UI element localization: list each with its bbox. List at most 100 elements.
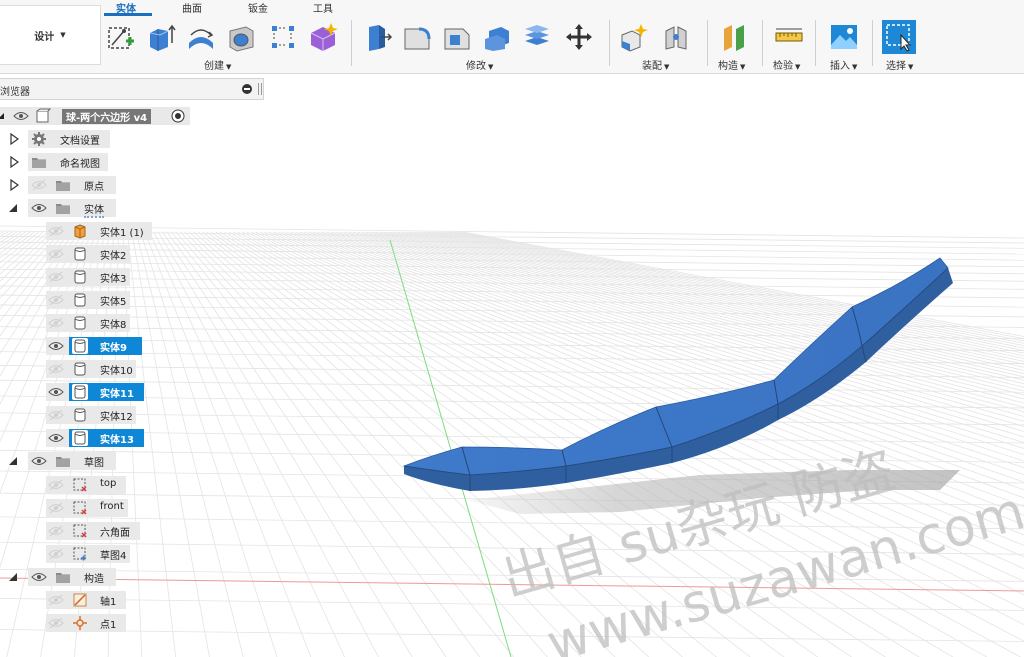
root-label[interactable]: 球-两个六边形 v4 — [62, 109, 152, 124]
tree-item[interactable]: 实体13 — [0, 429, 200, 447]
tree-item[interactable]: 实体5 — [0, 291, 200, 309]
tree-item[interactable]: 实体11 — [0, 383, 200, 401]
collapse-triangle-icon[interactable] — [8, 201, 18, 215]
tree-item[interactable]: 六角面 — [0, 522, 200, 540]
tree-item-label[interactable]: top — [100, 478, 116, 489]
tree-item[interactable]: top — [0, 476, 200, 494]
eye-icon[interactable] — [48, 409, 64, 421]
tree-item-label[interactable]: 草图4 — [100, 547, 126, 562]
tree-item-label[interactable]: 实体12 — [100, 408, 133, 423]
tree-item[interactable]: 实体8 — [0, 314, 200, 332]
revolve-icon[interactable] — [184, 20, 218, 54]
tree-item-label[interactable]: 实体2 — [100, 247, 126, 262]
tree-item[interactable]: 草图 — [0, 452, 200, 470]
tree-item-label[interactable]: 草图 — [84, 454, 104, 469]
tree-root[interactable]: 球-两个六边形 v4 — [0, 107, 192, 125]
tree-item[interactable]: 实体2 — [0, 245, 200, 263]
tree-item[interactable]: 实体3 — [0, 268, 200, 286]
hole-icon[interactable] — [224, 20, 258, 54]
collapse-triangle-icon[interactable] — [8, 570, 18, 584]
collapse-triangle-icon[interactable] — [8, 454, 18, 468]
tab-surface[interactable]: 曲面 — [182, 0, 202, 15]
expand-triangle-icon[interactable] — [9, 155, 19, 169]
combine-icon[interactable] — [520, 20, 554, 54]
eye-icon[interactable] — [48, 271, 64, 283]
tree-item-label[interactable]: 实体10 — [100, 362, 133, 377]
tree-item[interactable]: 实体 — [0, 199, 200, 218]
tree-item-label[interactable]: 实体9 — [100, 339, 127, 354]
eye-icon[interactable] — [48, 363, 64, 375]
tree-item[interactable]: 实体10 — [0, 360, 200, 378]
eye-icon[interactable] — [48, 225, 64, 237]
select-icon[interactable] — [882, 20, 916, 54]
press-pull-icon[interactable] — [360, 20, 394, 54]
eye-icon[interactable] — [48, 617, 64, 629]
eye-icon[interactable] — [48, 386, 64, 398]
tree-item-label[interactable]: 原点 — [84, 178, 104, 193]
modify-group-label[interactable]: 修改 ▼ — [466, 57, 493, 72]
tree-item-label[interactable]: 实体 — [84, 201, 104, 218]
fillet-icon[interactable] — [400, 20, 434, 54]
workspace-switcher[interactable]: 设计 ▼ — [0, 5, 101, 65]
assemble-group-label[interactable]: 装配 ▼ — [642, 57, 669, 72]
collapse-icon[interactable] — [242, 84, 252, 94]
tree-item-label[interactable]: 文档设置 — [60, 132, 100, 147]
tab-sheet-metal[interactable]: 钣金 — [248, 0, 268, 15]
tree-item-label[interactable]: 实体13 — [100, 431, 134, 446]
new-component-icon[interactable] — [617, 20, 651, 54]
tree-item-label[interactable]: front — [100, 501, 124, 512]
tree-item[interactable]: 实体12 — [0, 406, 200, 424]
inspect-group-label[interactable]: 检验 ▼ — [773, 57, 800, 72]
tree-item[interactable]: 点1 — [0, 614, 200, 632]
select-group-label[interactable]: 选择 ▼ — [886, 57, 913, 72]
pattern-icon[interactable] — [266, 20, 300, 54]
tree-item[interactable]: 命名视图 — [0, 153, 200, 171]
tree-item-label[interactable]: 轴1 — [100, 593, 116, 608]
joint-icon[interactable] — [659, 20, 693, 54]
eye-icon[interactable] — [13, 110, 29, 122]
tree-item[interactable]: 文档设置 — [0, 130, 200, 148]
tree-item-label[interactable]: 实体3 — [100, 270, 126, 285]
insert-group-label[interactable]: 插入 ▼ — [830, 57, 857, 72]
eye-icon[interactable] — [48, 479, 64, 491]
tree-item-label[interactable]: 命名视图 — [60, 155, 100, 170]
eye-icon[interactable] — [31, 571, 47, 583]
tree-item[interactable]: 构造 — [0, 568, 200, 586]
activate-radio-icon[interactable] — [170, 108, 186, 124]
construct-group-label[interactable]: 构造 ▼ — [718, 57, 745, 72]
tree-item-label[interactable]: 实体1 (1) — [100, 224, 144, 239]
tree-item-label[interactable]: 构造 — [84, 570, 104, 585]
move-icon[interactable] — [562, 20, 596, 54]
eye-icon[interactable] — [48, 317, 64, 329]
tree-item-label[interactable]: 点1 — [100, 616, 116, 631]
eye-icon[interactable] — [48, 294, 64, 306]
tree-item-label[interactable]: 实体11 — [100, 385, 134, 400]
collapse-triangle-icon[interactable] — [0, 109, 6, 123]
panel-grip-icon[interactable] — [258, 83, 262, 95]
create-sketch-icon[interactable] — [103, 20, 137, 54]
tree-item-label[interactable]: 实体5 — [100, 293, 126, 308]
form-icon[interactable] — [306, 20, 340, 54]
tree-item[interactable]: front — [0, 499, 200, 517]
extrude-icon[interactable] — [143, 20, 177, 54]
measure-icon[interactable] — [772, 20, 806, 54]
eye-icon[interactable] — [31, 455, 47, 467]
eye-icon[interactable] — [48, 432, 64, 444]
tab-tools[interactable]: 工具 — [313, 0, 333, 15]
chamfer-icon[interactable] — [440, 20, 474, 54]
tree-item[interactable]: 草图4 — [0, 545, 200, 563]
eye-icon[interactable] — [48, 548, 64, 560]
tree-item-label[interactable]: 实体8 — [100, 316, 126, 331]
expand-triangle-icon[interactable] — [9, 178, 19, 192]
tree-item[interactable]: 实体1 (1) — [0, 222, 200, 240]
tree-item[interactable]: 实体9 — [0, 337, 200, 355]
eye-icon[interactable] — [48, 594, 64, 606]
eye-icon[interactable] — [48, 248, 64, 260]
tree-item[interactable]: 原点 — [0, 176, 200, 194]
expand-triangle-icon[interactable] — [9, 132, 19, 146]
eye-icon[interactable] — [31, 179, 47, 191]
eye-icon[interactable] — [48, 340, 64, 352]
eye-icon[interactable] — [31, 202, 47, 214]
create-group-label[interactable]: 创建 ▼ — [204, 57, 231, 72]
offset-plane-icon[interactable] — [717, 20, 751, 54]
